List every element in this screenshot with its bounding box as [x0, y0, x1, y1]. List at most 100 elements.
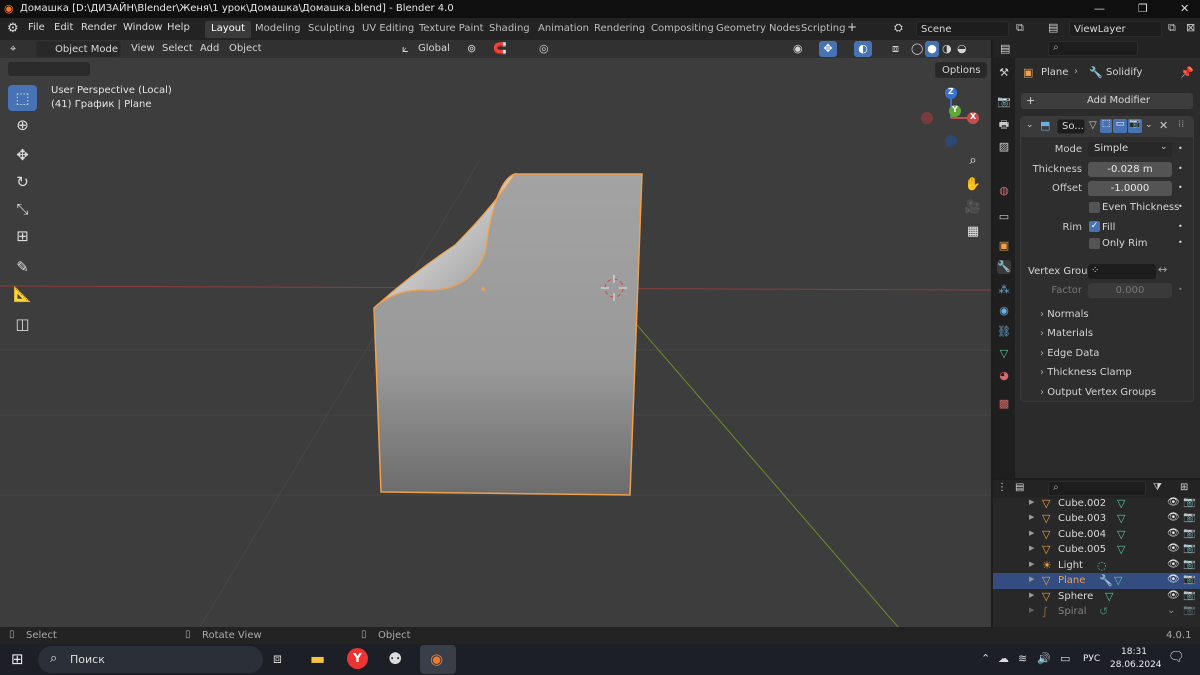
menu-view[interactable]: View — [131, 43, 155, 54]
wireframe-shading-icon[interactable]: ◯ — [911, 42, 923, 55]
filter-icon[interactable]: ⧩ — [1153, 482, 1162, 493]
options-dropdown[interactable]: Options — [935, 62, 987, 78]
tab-animation[interactable]: Animation — [532, 21, 595, 38]
drag-handle-icon[interactable]: ⁞⁞ — [1178, 119, 1184, 130]
snap-icon[interactable]: 🧲 — [493, 42, 507, 55]
outliner-row[interactable]: ▶ ▽ Cube.003 ▽ 👁 📷 — [993, 511, 1200, 527]
add-workspace-icon[interactable]: + — [847, 20, 857, 34]
blender-taskbar-button[interactable]: ◉ — [420, 645, 456, 674]
close-window-icon[interactable]: ✕ — [1180, 2, 1189, 15]
outliner-row[interactable]: ▶ ▽ Cube.004 ▽ 👁 📷 — [993, 527, 1200, 543]
only-rim-keyframe-dot[interactable]: • — [1178, 238, 1183, 247]
tab-compositing[interactable]: Compositing — [645, 21, 720, 38]
fill-keyframe-dot[interactable]: • — [1178, 222, 1183, 231]
windows-start-icon[interactable]: ⊞ — [11, 650, 24, 668]
minimize-icon[interactable]: — — [1094, 2, 1105, 15]
rotate-tool[interactable]: ↻ — [8, 169, 37, 195]
material-shading-icon[interactable]: ◑ — [942, 42, 952, 55]
transform-orientation-dropdown[interactable]: Global — [418, 43, 450, 54]
mode-dropdown[interactable]: Object Mode — [36, 41, 121, 57]
gizmo-z-label[interactable]: Z — [948, 87, 954, 96]
gizmo-toggle-icon[interactable]: ✥ — [819, 41, 837, 57]
render-tab-icon[interactable]: 📷 — [997, 95, 1011, 109]
outliner-row[interactable]: ▶ ∫ Spiral ↺ ⌄ 📷 — [993, 604, 1200, 620]
app-icon[interactable]: ⚉ — [388, 649, 402, 668]
factor-field[interactable]: 0.000 — [1088, 283, 1172, 298]
dropdown-chevron-icon[interactable]: ⌄ — [1145, 120, 1153, 130]
menu-edit[interactable]: Edit — [54, 22, 73, 33]
menu-file[interactable]: File — [28, 22, 45, 33]
vertex-group-field[interactable]: ⁘ — [1088, 264, 1156, 279]
tab-scripting[interactable]: Scripting — [795, 21, 851, 38]
battery-icon[interactable]: ▭ — [1060, 652, 1070, 665]
view-layer-selector[interactable]: ViewLayer — [1069, 21, 1162, 37]
menu-help[interactable]: Help — [167, 22, 190, 33]
particles-tab-icon[interactable]: ⁂ — [997, 283, 1011, 297]
menu-window[interactable]: Window — [123, 22, 162, 33]
constraints-tab-icon[interactable]: ⛓ — [997, 325, 1011, 339]
menu-render[interactable]: Render — [81, 22, 117, 33]
tab-modeling[interactable]: Modeling — [249, 21, 307, 38]
breadcrumb-object[interactable]: Plane — [1041, 67, 1068, 78]
output-tab-icon[interactable]: 🖶 — [997, 118, 1011, 132]
cursor-tool[interactable]: ⊕ — [8, 112, 37, 138]
outliner-menu-icon[interactable]: ⋮ — [997, 482, 1007, 493]
clock-date[interactable]: 28.06.2024 — [1110, 660, 1162, 670]
taskbar-search-box[interactable]: ⌕ Поиск — [38, 646, 263, 673]
measure-tool[interactable]: 📐 — [8, 281, 37, 307]
outliner-row[interactable]: ▶ ☀ Light ◌ 👁 📷 — [993, 558, 1200, 574]
display-mode-icon[interactable]: ▤ — [1015, 482, 1024, 493]
texture-tab-icon[interactable]: ▩ — [997, 397, 1011, 411]
menu-object[interactable]: Object — [229, 43, 262, 54]
rendered-shading-icon[interactable]: ◒ — [957, 42, 967, 55]
transform-orientation-icon[interactable]: ⟀ — [402, 42, 409, 56]
modifier-name-field[interactable]: So... — [1057, 119, 1085, 134]
normals-panel[interactable]: › Normals — [1040, 309, 1089, 320]
new-collection-icon[interactable]: ⊞ — [1180, 482, 1188, 493]
gizmo-y-label[interactable]: Y — [952, 105, 958, 114]
add-modifier-button[interactable]: + Add Modifier — [1021, 93, 1193, 109]
outliner-search-input[interactable]: ⌕ — [1048, 481, 1146, 496]
properties-search-input[interactable]: ⌕ — [1048, 41, 1138, 56]
edit-mode-icon[interactable]: ⬚ — [1100, 119, 1112, 133]
modifier-tab-icon[interactable]: 🔧 — [997, 260, 1011, 274]
invert-vertex-group-icon[interactable]: ↔ — [1158, 263, 1167, 276]
outliner-row-selected[interactable]: ▶ ▽ Plane 🔧 ▽ 👁 📷 — [993, 573, 1200, 589]
clock-time[interactable]: 18:31 — [1121, 647, 1147, 657]
outliner-row[interactable]: ▶ ▽ Cube.002 ▽ 👁 📷 — [993, 496, 1200, 512]
perspective-toggle-icon[interactable]: ▦ — [962, 220, 984, 242]
new-view-layer-icon[interactable]: ⧉ — [1168, 21, 1176, 35]
annotate-tool[interactable]: ✎ — [8, 254, 37, 280]
solid-shading-icon[interactable]: ● — [925, 41, 939, 57]
on-cage-icon[interactable]: ▽ — [1089, 120, 1097, 131]
thickness-field[interactable]: -0.028 m — [1088, 162, 1172, 177]
scene-tab-icon[interactable]: ◍ — [997, 184, 1011, 198]
even-thickness-checkbox[interactable] — [1089, 202, 1100, 213]
editor-type-icon[interactable]: ⌖ — [10, 42, 16, 56]
tab-shading[interactable]: Shading — [483, 21, 536, 38]
factor-keyframe-dot[interactable]: • — [1178, 285, 1183, 294]
fill-checkbox[interactable]: ✓ — [1089, 221, 1100, 232]
blender-menu-icon[interactable]: ⚙ — [7, 21, 19, 36]
mode-keyframe-dot[interactable]: • — [1178, 144, 1183, 153]
language-indicator[interactable]: РУС — [1083, 654, 1100, 664]
volume-icon[interactable]: 🔊 — [1037, 652, 1051, 665]
tab-sculpting[interactable]: Sculpting — [302, 21, 361, 38]
only-rim-checkbox[interactable] — [1089, 238, 1100, 249]
even-thickness-keyframe-dot[interactable]: • — [1178, 202, 1183, 211]
collapse-chevron-icon[interactable]: ⌄ — [1026, 120, 1034, 130]
thickness-keyframe-dot[interactable]: • — [1178, 164, 1183, 173]
thickness-clamp-panel[interactable]: › Thickness Clamp — [1040, 367, 1132, 378]
select-box-tool[interactable]: ⬚ — [8, 85, 37, 111]
properties-editor-icon[interactable]: ▤ — [1000, 42, 1010, 55]
menu-add[interactable]: Add — [200, 43, 219, 54]
object-tab-icon[interactable]: ▣ — [997, 239, 1011, 253]
pivot-icon[interactable]: ⊚ — [467, 42, 476, 55]
edge-data-panel[interactable]: › Edge Data — [1040, 348, 1099, 359]
tool-tab-icon[interactable]: ⚒ — [997, 66, 1011, 80]
new-scene-icon[interactable]: ⧉ — [1016, 21, 1024, 35]
selection-mode-buttons[interactable] — [8, 62, 90, 76]
remove-view-layer-icon[interactable]: ⊠ — [1186, 21, 1195, 34]
network-icon[interactable]: ☁ — [998, 652, 1009, 665]
mode-select[interactable]: Simple ⌄ — [1088, 142, 1172, 157]
